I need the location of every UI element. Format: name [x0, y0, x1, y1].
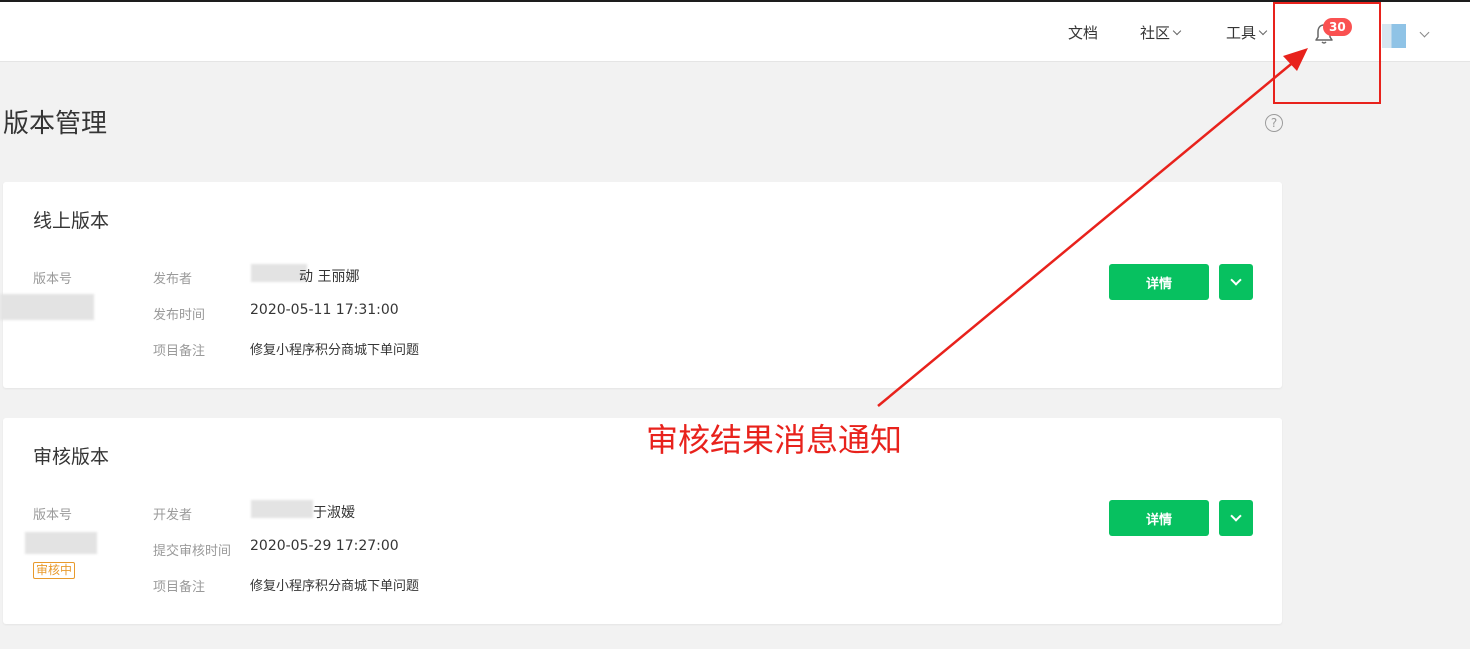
chevron-down-icon [1258, 26, 1268, 36]
chevron-down-icon [1230, 510, 1242, 522]
nav-tools-label: 工具 [1226, 24, 1257, 42]
card-title: 线上版本 [33, 210, 110, 232]
question-circle-icon[interactable]: ? [1265, 114, 1283, 132]
more-options-button[interactable] [1219, 500, 1253, 536]
submit-review-time-value: 2020-05-29 17:27:00 [250, 538, 399, 554]
top-navbar: 文档 社区 工具 30 [0, 0, 1470, 62]
project-note-label: 项目备注 [153, 580, 206, 595]
redacted-version-number [0, 294, 94, 320]
version-number-label: 版本号 [33, 508, 73, 523]
publish-time-label: 发布时间 [153, 308, 206, 323]
project-note-value: 修复小程序积分商城下单问题 [250, 343, 420, 358]
redacted-version-number [25, 532, 97, 554]
project-note-value: 修复小程序积分商城下单问题 [250, 579, 420, 594]
online-version-card: 线上版本 版本号 发布者 动 王丽娜 发布时间 2020-05-11 17:31… [0, 182, 1282, 388]
status-badge: 审核中 [33, 562, 76, 579]
nav-docs-link[interactable]: 文档 [1068, 22, 1098, 43]
page-title: 版本管理 [3, 109, 108, 139]
version-number-label: 版本号 [33, 272, 73, 287]
chevron-down-icon [1230, 274, 1242, 286]
developer-value: 于淑嫒 [313, 505, 355, 521]
redacted-developer [251, 500, 313, 518]
avatar[interactable] [1382, 24, 1406, 48]
details-button[interactable]: 详情 [1109, 500, 1209, 536]
submit-review-time-label: 提交审核时间 [153, 544, 232, 559]
notification-count-badge[interactable]: 30 [1323, 18, 1352, 36]
publisher-value: 动 王丽娜 [299, 269, 360, 285]
publisher-label: 发布者 [153, 272, 193, 287]
chevron-down-icon [1172, 26, 1182, 36]
review-version-card: 审核版本 版本号 审核中 开发者 于淑嫒 提交审核时间 2020-05-29 1… [3, 418, 1282, 624]
details-button[interactable]: 详情 [1109, 264, 1209, 300]
developer-label: 开发者 [153, 508, 193, 523]
more-options-button[interactable] [1219, 264, 1253, 300]
project-note-label: 项目备注 [153, 344, 206, 359]
nav-tools-dropdown[interactable]: 工具 [1226, 22, 1268, 43]
annotation-callout: 审核结果消息通知 [646, 421, 903, 459]
chevron-down-icon[interactable] [1419, 27, 1430, 38]
nav-community-dropdown[interactable]: 社区 [1140, 22, 1182, 43]
card-title: 审核版本 [33, 446, 110, 468]
publish-time-value: 2020-05-11 17:31:00 [250, 302, 399, 318]
nav-community-label: 社区 [1140, 24, 1171, 42]
